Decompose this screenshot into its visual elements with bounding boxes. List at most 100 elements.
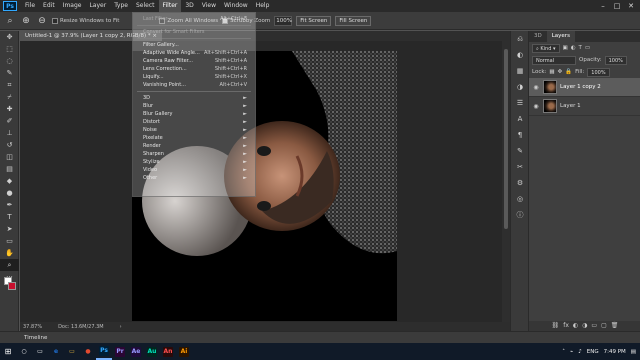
menu-help[interactable]: Help xyxy=(252,0,274,12)
swatches-icon[interactable]: ▦ xyxy=(511,63,529,79)
zoom-in-icon[interactable]: ⊕ xyxy=(20,15,32,27)
zoom-tool-icon[interactable]: ⌕ xyxy=(4,15,16,27)
filter-menu-item[interactable]: Vanishing Point... Alt+Ctrl+V xyxy=(133,81,255,89)
windows-start-icon[interactable]: ⊞ xyxy=(0,343,16,360)
minimize-button[interactable]: – xyxy=(596,0,610,12)
tools-preset-icon[interactable]: ✂ xyxy=(511,159,529,175)
menu-filter[interactable]: Filter xyxy=(158,0,182,12)
layer-row[interactable]: ◉ Layer 1 copy 2 xyxy=(529,78,640,97)
taskbar-app-premiere-icon[interactable]: Pr xyxy=(112,343,128,360)
adjustments-icon[interactable]: ◑ xyxy=(511,79,529,95)
adjustment-layer-icon[interactable]: ◑ xyxy=(582,321,587,331)
visibility-eye-icon[interactable]: ◉ xyxy=(532,103,540,110)
layer-style-icon[interactable]: fx xyxy=(563,321,569,331)
layer-name[interactable]: Layer 1 xyxy=(560,103,581,109)
network-icon[interactable]: ⌁ xyxy=(570,349,573,355)
pen-tool-icon[interactable]: ✒ xyxy=(0,199,19,211)
info-icon[interactable]: ⓘ xyxy=(511,207,529,223)
link-layers-icon[interactable]: ⛓ xyxy=(552,321,560,331)
filter-submenu-item[interactable]: Blur ► xyxy=(133,102,255,110)
filter-adjustment-icon[interactable]: ◐ xyxy=(571,45,576,51)
menu-3d[interactable]: 3D xyxy=(181,0,197,12)
menu-file[interactable]: File xyxy=(21,0,39,12)
taskbar-app-photoshop-icon[interactable]: Ps xyxy=(96,343,112,360)
gradient-tool-icon[interactable]: ▤ xyxy=(0,163,19,175)
filter-type-icon[interactable]: T xyxy=(579,45,582,51)
task-view-icon[interactable]: ▭ xyxy=(32,343,48,360)
fill-input[interactable]: 100% xyxy=(587,67,610,77)
layer-row[interactable]: ◉ Layer 1 xyxy=(529,97,640,116)
clone-stamp-icon[interactable]: ⊥ xyxy=(0,127,19,139)
zoom-level-readout[interactable]: 37.87% xyxy=(23,324,42,330)
scrollbar-thumb[interactable] xyxy=(504,49,508,229)
filter-submenu-item[interactable]: Pixelate ► xyxy=(133,134,255,142)
tray-chevron-icon[interactable]: ˄ xyxy=(562,349,565,355)
search-icon[interactable]: ○ xyxy=(16,343,32,360)
history-brush-icon[interactable]: ↺ xyxy=(0,139,19,151)
maximize-button[interactable]: □ xyxy=(610,0,624,12)
taskbar-app-animate-icon[interactable]: An xyxy=(160,343,176,360)
3d-icon[interactable]: ◎ xyxy=(511,191,529,207)
filter-submenu-item[interactable]: Noise ► xyxy=(133,126,255,134)
vertical-scrollbar[interactable] xyxy=(502,41,510,322)
trash-icon[interactable]: 🗑 xyxy=(611,321,619,331)
filter-menu-item[interactable]: Convert for Smart Filters xyxy=(133,28,255,36)
menu-type[interactable]: Type xyxy=(110,0,132,12)
filter-shape-icon[interactable]: ▭ xyxy=(585,45,590,51)
filter-submenu-item[interactable]: 3D ► xyxy=(133,94,255,102)
zoom-percent-input[interactable]: 100% xyxy=(274,15,293,26)
taskbar-app-chrome-icon[interactable]: ● xyxy=(80,343,96,360)
crop-tool-icon[interactable]: ⌗ xyxy=(0,79,19,91)
status-expand-icon[interactable]: › xyxy=(120,324,122,330)
lock-position-icon[interactable]: ✥ xyxy=(558,69,563,75)
filter-pixel-icon[interactable]: ▣ xyxy=(563,45,568,51)
filter-menu-item[interactable]: Adaptive Wide Angle... Alt+Shift+Ctrl+A xyxy=(133,49,255,57)
filter-menu-item[interactable]: Camera Raw Filter... Shift+Ctrl+A xyxy=(133,57,255,65)
shape-tool-icon[interactable]: ▭ xyxy=(0,235,19,247)
eyedropper-tool-icon[interactable]: ⌿ xyxy=(0,91,19,103)
properties-icon[interactable]: ⚙ xyxy=(511,175,529,191)
move-tool-icon[interactable]: ✥ xyxy=(0,31,19,43)
brushes-icon[interactable]: ✎ xyxy=(511,143,529,159)
zoom-tool-icon[interactable]: ⌕ xyxy=(0,259,19,271)
history-icon[interactable]: ⎌ xyxy=(511,31,529,47)
resize-windows-checkbox[interactable]: Resize Windows to Fit xyxy=(52,17,119,24)
menu-select[interactable]: Select xyxy=(132,0,159,12)
hand-tool-icon[interactable]: ✋ xyxy=(0,247,19,259)
zoom-out-icon[interactable]: ⊖ xyxy=(36,15,48,27)
menu-window[interactable]: Window xyxy=(220,0,252,12)
kind-filter-select[interactable]: ⌕ Kind ▾ xyxy=(532,43,560,53)
tab-3d[interactable]: 3D xyxy=(529,31,547,42)
marquee-tool-icon[interactable]: ⬚ xyxy=(0,43,19,55)
filter-submenu-item[interactable]: Render ► xyxy=(133,142,255,150)
blur-tool-icon[interactable]: ◆ xyxy=(0,175,19,187)
menu-image[interactable]: Image xyxy=(59,0,86,12)
taskbar-app-audition-icon[interactable]: Au xyxy=(144,343,160,360)
paragraph-icon[interactable]: ¶ xyxy=(511,127,529,143)
filter-menu-item[interactable]: Liquify... Shift+Ctrl+X xyxy=(133,73,255,81)
brush-tool-icon[interactable]: ✐ xyxy=(0,115,19,127)
lock-pixels-icon[interactable]: ▦ xyxy=(549,69,554,75)
libraries-icon[interactable]: ☰ xyxy=(511,95,529,111)
menu-edit[interactable]: Edit xyxy=(39,0,59,12)
filter-menu-item[interactable]: Lens Correction... Shift+Ctrl+R xyxy=(133,65,255,73)
color-icon[interactable]: ◐ xyxy=(511,47,529,63)
filter-submenu-item[interactable]: Stylize ► xyxy=(133,158,255,166)
healing-brush-icon[interactable]: ✚ xyxy=(0,103,19,115)
filter-submenu-item[interactable]: Blur Gallery ► xyxy=(133,110,255,118)
dodge-tool-icon[interactable]: ● xyxy=(0,187,19,199)
fit-screen-button[interactable]: Fit Screen xyxy=(296,15,332,26)
filter-submenu-item[interactable]: Other ► xyxy=(133,174,255,182)
new-layer-icon[interactable]: ▢ xyxy=(601,321,607,331)
menu-layer[interactable]: Layer xyxy=(85,0,110,12)
notifications-icon[interactable]: ▤ xyxy=(631,349,636,355)
blend-mode-select[interactable]: Normal xyxy=(532,55,576,65)
layer-name[interactable]: Layer 1 copy 2 xyxy=(560,84,601,90)
taskbar-app-illustrator-icon[interactable]: Ai xyxy=(176,343,192,360)
group-icon[interactable]: ▭ xyxy=(591,321,597,331)
lock-all-icon[interactable]: 🔒 xyxy=(565,69,572,75)
filter-menu-item[interactable]: Filter Gallery... xyxy=(133,41,255,49)
tab-layers[interactable]: Layers xyxy=(546,31,575,42)
taskbar-app-edge-icon[interactable]: e xyxy=(48,343,64,360)
taskbar-app-explorer-icon[interactable]: ▭ xyxy=(64,343,80,360)
